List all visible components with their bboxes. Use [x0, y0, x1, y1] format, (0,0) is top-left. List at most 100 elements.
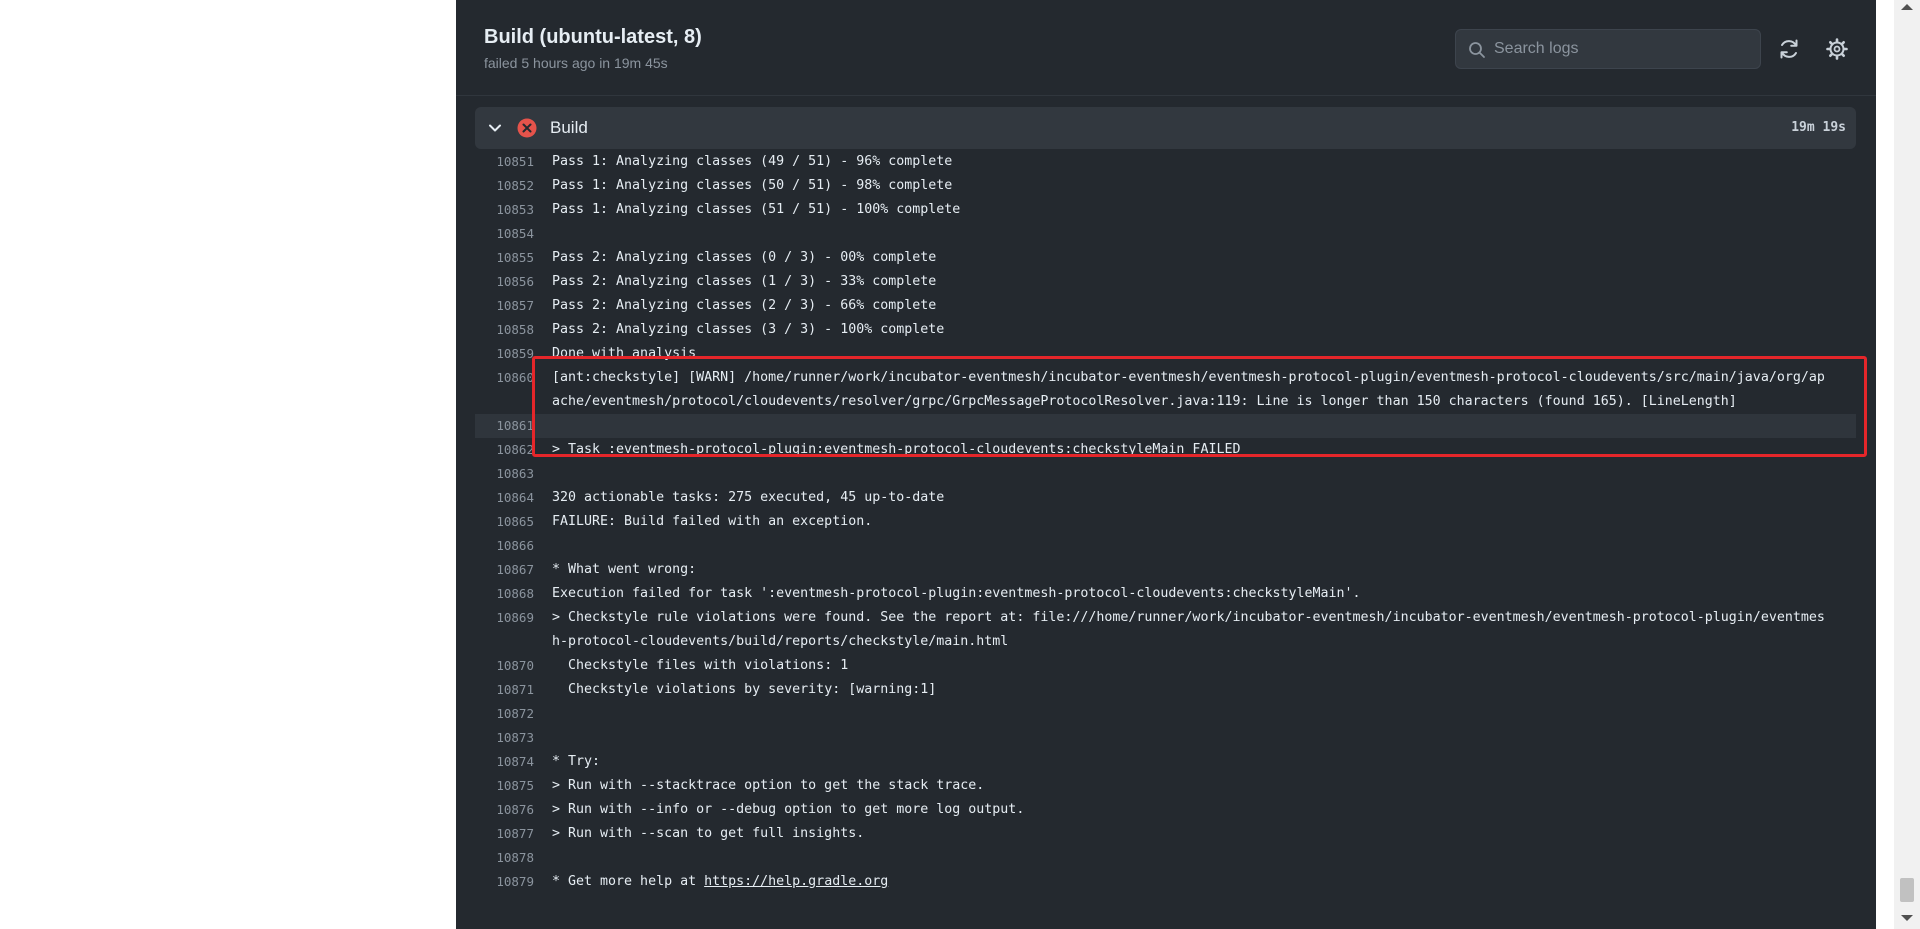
log-line: 10865 FAILURE: Build failed with an excep… [475, 510, 1856, 534]
log-line-content: > Run with --stacktrace option to get th… [552, 778, 985, 793]
log-line-number[interactable]: 10864 [475, 486, 534, 510]
log-line-number[interactable]: 10865 [475, 510, 534, 534]
log-line: 10855 Pass 2: Analyzing classes (0 / 3) -… [475, 246, 1856, 270]
log-line: 10851 Pass 1: Analyzing classes (49 / 51)… [475, 150, 1856, 174]
log-line-content: Execution failed for task ':eventmesh-pr… [552, 586, 1361, 601]
log-line-text: Pass 1: Analyzing classes (50 / 51) - 98… [552, 174, 1856, 198]
scrollbar-thumb[interactable] [1900, 878, 1914, 902]
log-line: 10860 [ant:checkstyle] [WARN] /home/runne… [475, 366, 1856, 414]
search-logs-input[interactable] [1494, 30, 1754, 68]
log-line-content: * What went wrong: [552, 562, 697, 577]
log-line-content: Done with analysis [552, 346, 697, 361]
log-line-content: [ant:checkstyle] [WARN] /home/runner/wor… [552, 370, 1825, 409]
log-line-text: Pass 2: Analyzing classes (3 / 3) - 100%… [552, 318, 1856, 342]
log-line-text: * Get more help at https://help.gradle.o… [552, 870, 1856, 894]
log-line-number[interactable]: 10854 [475, 222, 534, 246]
log-line-text: > Run with --stacktrace option to get th… [552, 774, 1856, 798]
log-line-number[interactable]: 10862 [475, 438, 534, 462]
log-line-number[interactable]: 10869 [475, 606, 534, 630]
log-line-number[interactable]: 10856 [475, 270, 534, 294]
log-line-number[interactable]: 10877 [475, 822, 534, 846]
job-log-panel: Build (ubuntu-latest, 8) failed 5 hours … [456, 0, 1876, 929]
log-line: 10853 Pass 1: Analyzing classes (51 / 51)… [475, 198, 1856, 222]
left-blank-area [0, 0, 456, 929]
log-line-number[interactable]: 10861 [475, 414, 534, 438]
log-line-number[interactable]: 10851 [475, 150, 534, 174]
scroll-down-arrow-icon[interactable] [1901, 915, 1913, 921]
search-logs-box[interactable] [1455, 29, 1761, 69]
log-line-number[interactable]: 10875 [475, 774, 534, 798]
log-line-content: > Run with --info or --debug option to g… [552, 802, 1025, 817]
log-line: 10868 Execution failed for task ':eventme… [475, 582, 1856, 606]
log-line-text: > Task :eventmesh-protocol-plugin:eventm… [552, 438, 1856, 462]
log-line-number[interactable]: 10876 [475, 798, 534, 822]
log-line-content: Checkstyle violations by severity: [warn… [552, 682, 937, 697]
step-duration: 19m 19s [1791, 120, 1846, 135]
log-line-text: [ant:checkstyle] [WARN] /home/runner/wor… [552, 366, 1856, 414]
log-line-text: Pass 2: Analyzing classes (2 / 3) - 66% … [552, 294, 1856, 318]
log-line-number[interactable]: 10873 [475, 726, 534, 750]
log-line-text: Checkstyle files with violations: 1 [552, 654, 1856, 678]
log-line-number[interactable]: 10855 [475, 246, 534, 270]
log-line-number[interactable]: 10853 [475, 198, 534, 222]
log-line-content: * Try: [552, 754, 601, 769]
log-line: 10876 > Run with --info or --debug option… [475, 798, 1856, 822]
chevron-down-icon[interactable] [487, 120, 503, 136]
log-line-content: > Task :eventmesh-protocol-plugin:eventm… [552, 442, 1241, 457]
failed-status-icon [517, 118, 537, 138]
log-line-number[interactable]: 10870 [475, 654, 534, 678]
log-line-text: Pass 1: Analyzing classes (49 / 51) - 96… [552, 150, 1856, 174]
log-line-number[interactable]: 10867 [475, 558, 534, 582]
log-line-text: > Run with --scan to get full insights. [552, 822, 1856, 846]
log-line-text: 320 actionable tasks: 275 executed, 45 u… [552, 486, 1856, 510]
log-line-text: Done with analysis [552, 342, 1856, 366]
log-line-content: Pass 2: Analyzing classes (1 / 3) - 33% … [552, 274, 937, 289]
step-build-row[interactable]: Build 19m 19s [475, 107, 1856, 149]
log-line-content: > Run with --scan to get full insights. [552, 826, 865, 841]
log-line-content: Pass 1: Analyzing classes (49 / 51) - 96… [552, 154, 953, 169]
log-line-number[interactable]: 10857 [475, 294, 534, 318]
log-line-content: Checkstyle files with violations: 1 [552, 658, 849, 673]
log-line-number[interactable]: 10858 [475, 318, 534, 342]
log-line-content: * Get more help at [552, 874, 705, 889]
log-line: 10858 Pass 2: Analyzing classes (3 / 3) -… [475, 318, 1856, 342]
log-line-text: > Run with --info or --debug option to g… [552, 798, 1856, 822]
log-line-text: Execution failed for task ':eventmesh-pr… [552, 582, 1856, 606]
log-line-content: Pass 1: Analyzing classes (51 / 51) - 10… [552, 202, 961, 217]
log-line-number[interactable]: 10874 [475, 750, 534, 774]
log-line-content: Pass 2: Analyzing classes (0 / 3) - 00% … [552, 250, 937, 265]
log-line-number[interactable]: 10859 [475, 342, 534, 366]
log-line-number[interactable]: 10866 [475, 534, 534, 558]
log-line-content: FAILURE: Build failed with an exception. [552, 514, 873, 529]
log-line-number[interactable]: 10871 [475, 678, 534, 702]
page-scrollbar[interactable] [1894, 0, 1920, 929]
log-line-number[interactable]: 10872 [475, 702, 534, 726]
log-line-number[interactable]: 10860 [475, 366, 534, 390]
refresh-icon[interactable] [1776, 36, 1802, 62]
log-line: 10866 [475, 534, 1856, 558]
scroll-up-arrow-icon[interactable] [1901, 4, 1913, 10]
gear-icon[interactable] [1824, 36, 1850, 62]
log-line: 10875 > Run with --stacktrace option to g… [475, 774, 1856, 798]
log-line-number[interactable]: 10863 [475, 462, 534, 486]
log-line-content: Pass 2: Analyzing classes (2 / 3) - 66% … [552, 298, 937, 313]
step-name: Build [550, 118, 588, 137]
log-line-text: Checkstyle violations by severity: [warn… [552, 678, 1856, 702]
job-title: Build (ubuntu-latest, 8) [484, 26, 702, 48]
log-line-number[interactable]: 10852 [475, 174, 534, 198]
job-header: Build (ubuntu-latest, 8) failed 5 hours … [456, 0, 1876, 96]
log-line-text: * Try: [552, 750, 1856, 774]
log-line-text: FAILURE: Build failed with an exception. [552, 510, 1856, 534]
log-line-content: Pass 2: Analyzing classes (3 / 3) - 100%… [552, 322, 945, 337]
log-line-number[interactable]: 10868 [475, 582, 534, 606]
log-line: 10873 [475, 726, 1856, 750]
log-line: 10854 [475, 222, 1856, 246]
log-line: 10869 > Checkstyle rule violations were f… [475, 606, 1856, 654]
log-line-number[interactable]: 10878 [475, 846, 534, 870]
log-line-number[interactable]: 10879 [475, 870, 534, 894]
log-line-text: Pass 1: Analyzing classes (51 / 51) - 10… [552, 198, 1856, 222]
log-line: 10878 [475, 846, 1856, 870]
log-line: 10864 320 actionable tasks: 275 executed,… [475, 486, 1856, 510]
help-link[interactable]: https://help.gradle.org [704, 874, 888, 889]
log-line: 10852 Pass 1: Analyzing classes (50 / 51)… [475, 174, 1856, 198]
